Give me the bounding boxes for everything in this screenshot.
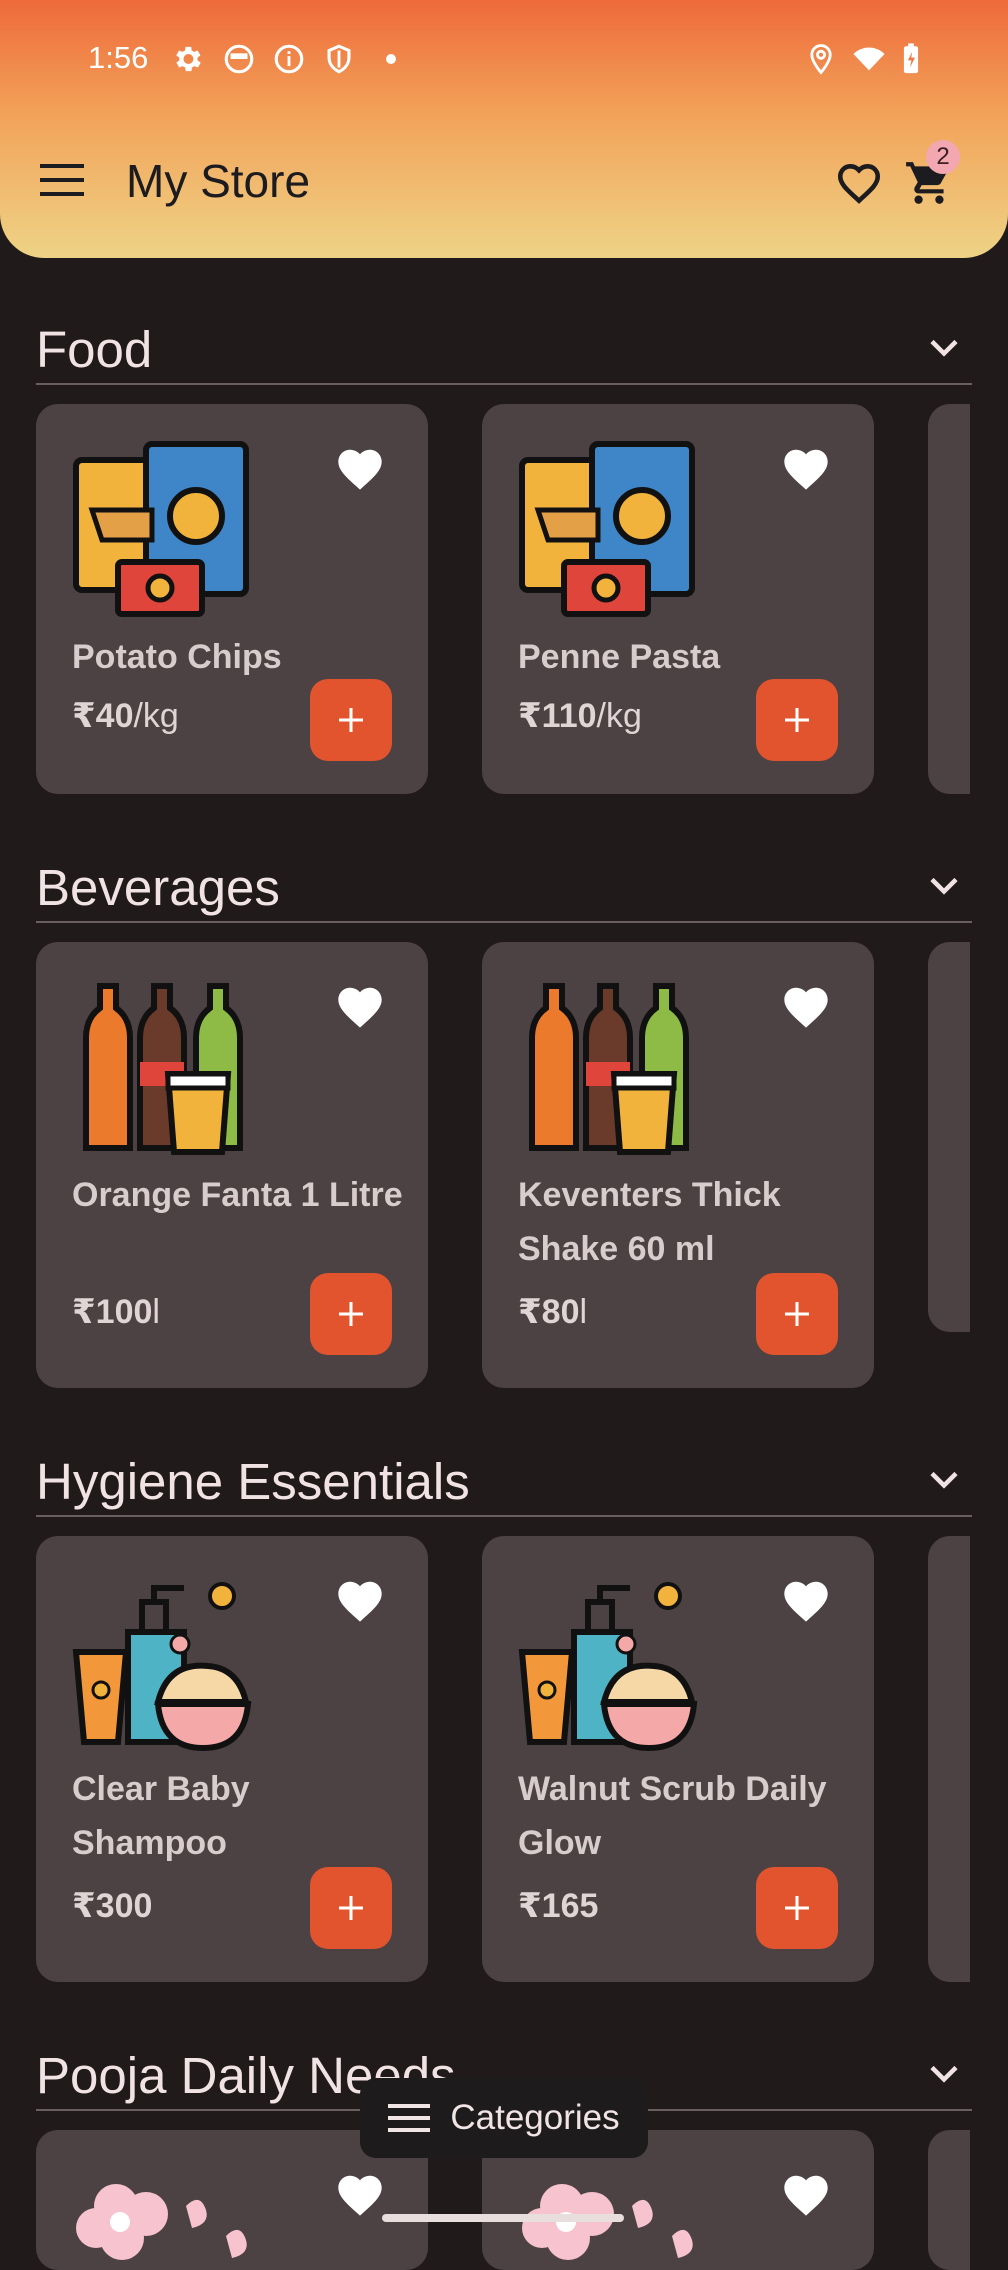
- snacks-icon: [519, 441, 695, 617]
- app-header: 1:56 My Store 2: [0, 0, 1008, 258]
- info-icon: [274, 44, 304, 74]
- product-name: Orange Fanta 1 Litre: [72, 1176, 403, 1214]
- snacks-icon: [73, 441, 249, 617]
- hygiene-icon: [518, 1582, 698, 1752]
- chevron-down-icon[interactable]: [926, 334, 962, 364]
- product-name: Potato Chips: [72, 638, 282, 676]
- toolbar: My Store 2: [0, 140, 1008, 236]
- add-to-cart-button[interactable]: [756, 1273, 838, 1355]
- price-value: ₹40: [72, 697, 134, 735]
- price-unit: /kg: [133, 697, 179, 735]
- beverages-icon: [83, 983, 243, 1155]
- menu-icon: [388, 2104, 431, 2132]
- product-card-partial[interactable]: [928, 404, 970, 794]
- product-card[interactable]: Penne Pasta ₹110/kg: [482, 404, 874, 794]
- plus-icon: [339, 1302, 363, 1326]
- price-value: ₹100: [72, 1293, 153, 1331]
- hygiene-icon: [72, 1582, 252, 1752]
- favorite-heart-icon[interactable]: [334, 2170, 386, 2218]
- product-price: ₹40/kg: [72, 696, 179, 736]
- price-value: ₹110: [518, 697, 597, 735]
- favorite-heart-icon[interactable]: [334, 982, 386, 1030]
- home-indicator[interactable]: [382, 2214, 624, 2222]
- add-to-cart-button[interactable]: [756, 1867, 838, 1949]
- favorite-heart-icon[interactable]: [780, 444, 832, 492]
- plus-icon: [785, 708, 809, 732]
- product-card-partial[interactable]: [928, 1536, 970, 1982]
- plus-icon: [785, 1302, 809, 1326]
- product-name: Walnut Scrub Daily Glow: [518, 1770, 827, 1862]
- menu-icon[interactable]: [40, 162, 84, 198]
- favorite-heart-icon[interactable]: [334, 1576, 386, 1624]
- price-unit: l: [579, 1293, 588, 1331]
- categories-label: Categories: [450, 2098, 620, 2137]
- favorite-heart-icon[interactable]: [780, 982, 832, 1030]
- plus-icon: [339, 1896, 363, 1920]
- categories-button[interactable]: Categories: [360, 2078, 648, 2158]
- cart-count-badge: 2: [926, 140, 960, 174]
- price-value: ₹165: [518, 1887, 599, 1925]
- section-title-beverages: Beverages: [36, 859, 280, 916]
- favorite-heart-icon[interactable]: [780, 2170, 832, 2218]
- face-icon: [224, 44, 254, 74]
- add-to-cart-button[interactable]: [310, 1867, 392, 1949]
- section-divider: [36, 921, 972, 923]
- dot-icon: [386, 54, 396, 64]
- beverages-icon: [529, 983, 689, 1155]
- section-title-food: Food: [36, 321, 153, 378]
- wifi-icon: [853, 47, 885, 71]
- battery-icon: [903, 43, 919, 74]
- settings-icon: [176, 46, 201, 72]
- chevron-down-icon[interactable]: [926, 872, 962, 902]
- status-bar: 1:56: [0, 28, 1008, 88]
- favorites-icon[interactable]: [834, 158, 884, 208]
- page-title: My Store: [126, 155, 311, 207]
- flowers-icon: [76, 2184, 247, 2260]
- product-card[interactable]: Clear Baby Shampoo ₹300: [36, 1536, 428, 1982]
- chevron-down-icon[interactable]: [926, 1466, 962, 1496]
- product-card[interactable]: Potato Chips ₹40/kg: [36, 404, 428, 794]
- status-time: 1:56: [88, 40, 149, 75]
- product-name: Keventers Thick Shake 60 ml: [518, 1176, 781, 1268]
- favorite-heart-icon[interactable]: [780, 1576, 832, 1624]
- section-divider: [36, 383, 972, 385]
- product-price: ₹300: [72, 1886, 152, 1926]
- chevron-down-icon[interactable]: [926, 2060, 962, 2090]
- product-name: Penne Pasta: [518, 638, 721, 676]
- product-card-partial[interactable]: [928, 2130, 970, 2270]
- add-to-cart-button[interactable]: [310, 1273, 392, 1355]
- product-price: ₹100l: [72, 1292, 160, 1332]
- plus-icon: [785, 1896, 809, 1920]
- product-card[interactable]: Orange Fanta 1 Litre ₹100l: [36, 942, 428, 1388]
- product-price: ₹110/kg: [518, 696, 642, 736]
- plus-icon: [339, 708, 363, 732]
- product-card[interactable]: Walnut Scrub Daily Glow ₹165: [482, 1536, 874, 1982]
- product-name: Clear Baby Shampoo: [72, 1770, 250, 1862]
- product-price: ₹80l: [518, 1292, 587, 1332]
- product-card[interactable]: Keventers Thick Shake 60 ml ₹80l: [482, 942, 874, 1388]
- location-icon: [810, 44, 832, 75]
- price-value: ₹80: [518, 1293, 580, 1331]
- price-value: ₹300: [72, 1887, 153, 1925]
- price-unit: l: [152, 1293, 160, 1331]
- section-divider: [36, 1515, 972, 1517]
- favorite-heart-icon[interactable]: [334, 444, 386, 492]
- section-title-hygiene: Hygiene Essentials: [36, 1453, 470, 1510]
- shield-icon: [327, 44, 351, 74]
- price-unit: /kg: [596, 697, 642, 735]
- add-to-cart-button[interactable]: [756, 679, 838, 761]
- product-price: ₹165: [518, 1886, 598, 1926]
- add-to-cart-button[interactable]: [310, 679, 392, 761]
- product-card-partial[interactable]: [928, 942, 970, 1332]
